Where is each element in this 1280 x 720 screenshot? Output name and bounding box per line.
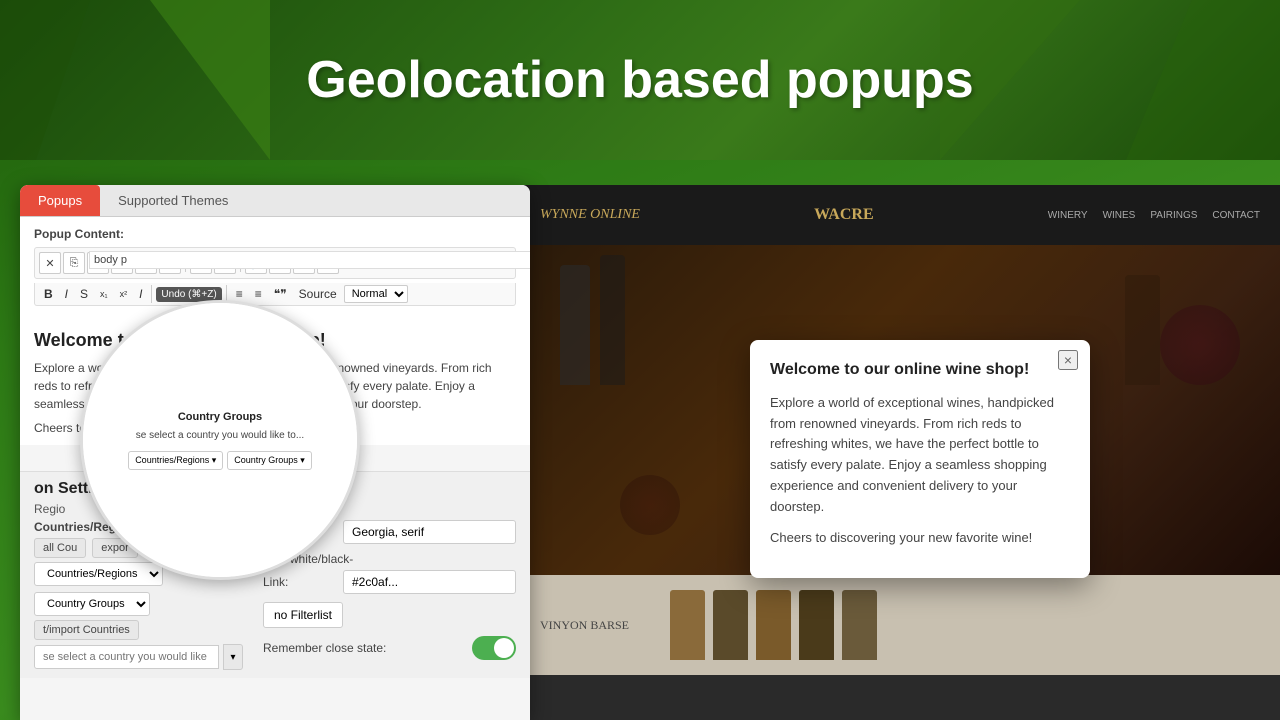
- remember-toggle[interactable]: [472, 636, 516, 660]
- copy-btn[interactable]: ⎘: [63, 252, 85, 274]
- bottle-3: [1125, 275, 1160, 385]
- nav-contact: CONTACT: [1212, 210, 1260, 221]
- popup-close-btn[interactable]: ×: [1058, 350, 1078, 370]
- country-search-input[interactable]: [34, 645, 219, 669]
- all-countries-btn[interactable]: all Cou: [34, 538, 86, 558]
- import-countries-btn[interactable]: t/import Countries: [34, 620, 139, 640]
- country-select-row: ▾: [34, 644, 243, 670]
- filterlist-row: no Filterlist: [263, 602, 516, 628]
- site-logo-left: WYNNE ONLINE: [540, 207, 640, 223]
- magnifier-dropdowns: Countries/Regions ▾ Country Groups ▾: [128, 451, 312, 470]
- tab-popups[interactable]: Popups: [20, 185, 100, 216]
- popup-modal-cheers: Cheers to discovering your new favorite …: [770, 528, 1070, 549]
- bottle-thumb-5: [842, 590, 877, 660]
- grape-cluster-2: [620, 475, 680, 535]
- tab-supported-themes[interactable]: Supported Themes: [100, 185, 246, 216]
- bottle-thumb-1: [670, 590, 705, 660]
- bottles-row: [670, 590, 877, 660]
- magnifier-text: se select a country you would like to...: [128, 429, 312, 443]
- nav-wines: WINES: [1103, 210, 1136, 221]
- bottle-1: [560, 265, 590, 385]
- popup-content-label: Popup Content:: [34, 227, 516, 241]
- style-select[interactable]: Normal: [344, 285, 408, 303]
- superscript-btn[interactable]: x²: [115, 287, 133, 301]
- font-input[interactable]: [343, 520, 516, 544]
- magnifier-overlay: Country Groups se select a country you w…: [80, 300, 360, 580]
- bottles-section: VINYON BARSE: [520, 575, 1280, 675]
- bottle-thumb-3: [756, 590, 791, 660]
- tab-bar: Popups Supported Themes: [20, 185, 530, 217]
- magnifier-title: Country Groups: [128, 411, 312, 423]
- blockquote-btn[interactable]: ❝❞: [269, 285, 292, 303]
- bottle-thumb-2: [713, 590, 748, 660]
- hero-section: Geolocation based popups: [0, 0, 1280, 160]
- popup-modal-desc: Explore a world of exceptional wines, ha…: [770, 393, 1070, 518]
- wine-popup-modal: × Welcome to our online wine shop! Explo…: [750, 340, 1090, 578]
- site-nav: WINERY WINES PAIRINGS CONTACT: [1048, 210, 1260, 221]
- bg-shape-right: [1060, 0, 1280, 160]
- body-tag-indicator: body p: [89, 251, 530, 269]
- country-groups-dropdown[interactable]: Country Groups: [34, 592, 150, 616]
- no-filterlist: no Filterlist: [263, 602, 343, 628]
- country-select-arrow[interactable]: ▾: [223, 644, 243, 670]
- bold-btn[interactable]: B: [39, 285, 58, 303]
- link-label: Link:: [263, 575, 343, 589]
- nav-winery: WINERY: [1048, 210, 1088, 221]
- popup-modal-title: Welcome to our online wine shop!: [770, 360, 1070, 381]
- site-header: WYNNE ONLINE WACRE WINERY WINES PAIRINGS…: [520, 185, 1280, 245]
- sep-3: [151, 285, 152, 303]
- link-input[interactable]: [343, 570, 516, 594]
- subscript-btn[interactable]: x₁: [95, 287, 113, 301]
- remember-label: Remember close state:: [263, 641, 472, 655]
- italic-btn[interactable]: I: [60, 285, 73, 303]
- grape-cluster: [1160, 305, 1240, 385]
- page-title: Geolocation based popups: [306, 50, 973, 110]
- bg-shape-center-left: [150, 0, 270, 160]
- nav-pairings: PAIRINGS: [1150, 210, 1197, 221]
- outdent-btn[interactable]: ≡: [250, 285, 267, 303]
- source-btn[interactable]: Source: [294, 285, 342, 303]
- remember-row: Remember close state:: [263, 636, 516, 660]
- site-logo-center: WACRE: [814, 206, 874, 224]
- bottle-2: [600, 255, 625, 385]
- bottle-thumb-4: [799, 590, 834, 660]
- cut-btn[interactable]: ✕: [39, 252, 61, 274]
- strikethrough-btn[interactable]: S: [75, 285, 93, 303]
- section-title: VINYON BARSE: [540, 618, 660, 633]
- italic2-btn[interactable]: I: [134, 285, 147, 303]
